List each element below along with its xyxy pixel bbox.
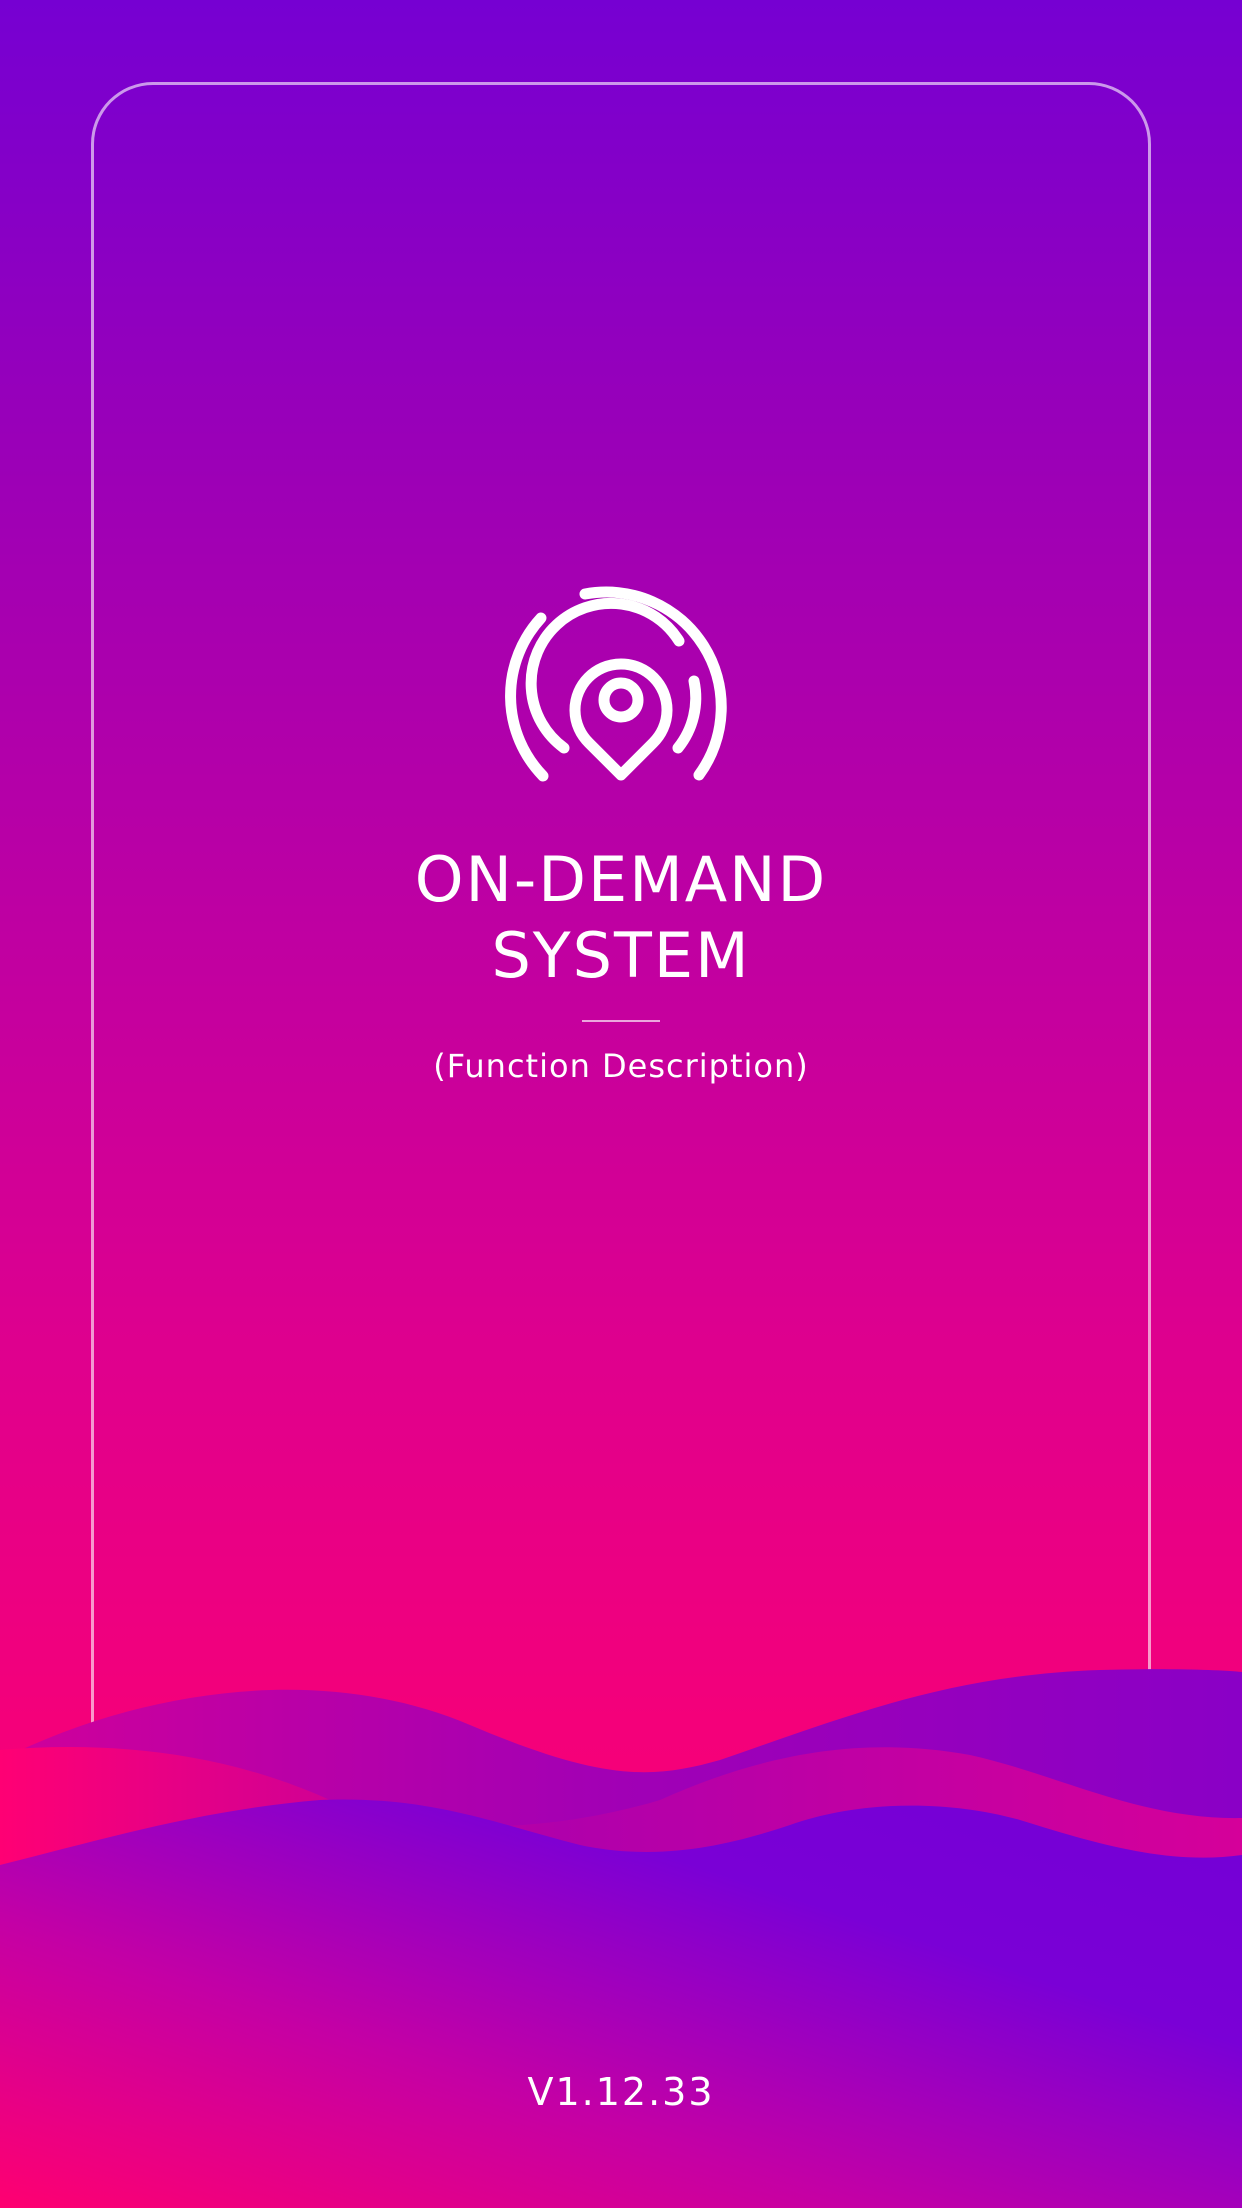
location-pin-signal-icon [505,586,727,782]
app-title-line2: SYSTEM [491,919,751,992]
app-title-line1: ON-DEMAND [414,843,828,916]
version-label: V1.12.33 [527,2070,715,2114]
title-divider [582,1020,660,1022]
decorative-waves [0,1669,1242,2208]
app-subtitle: (Function Description) [433,1047,809,1085]
